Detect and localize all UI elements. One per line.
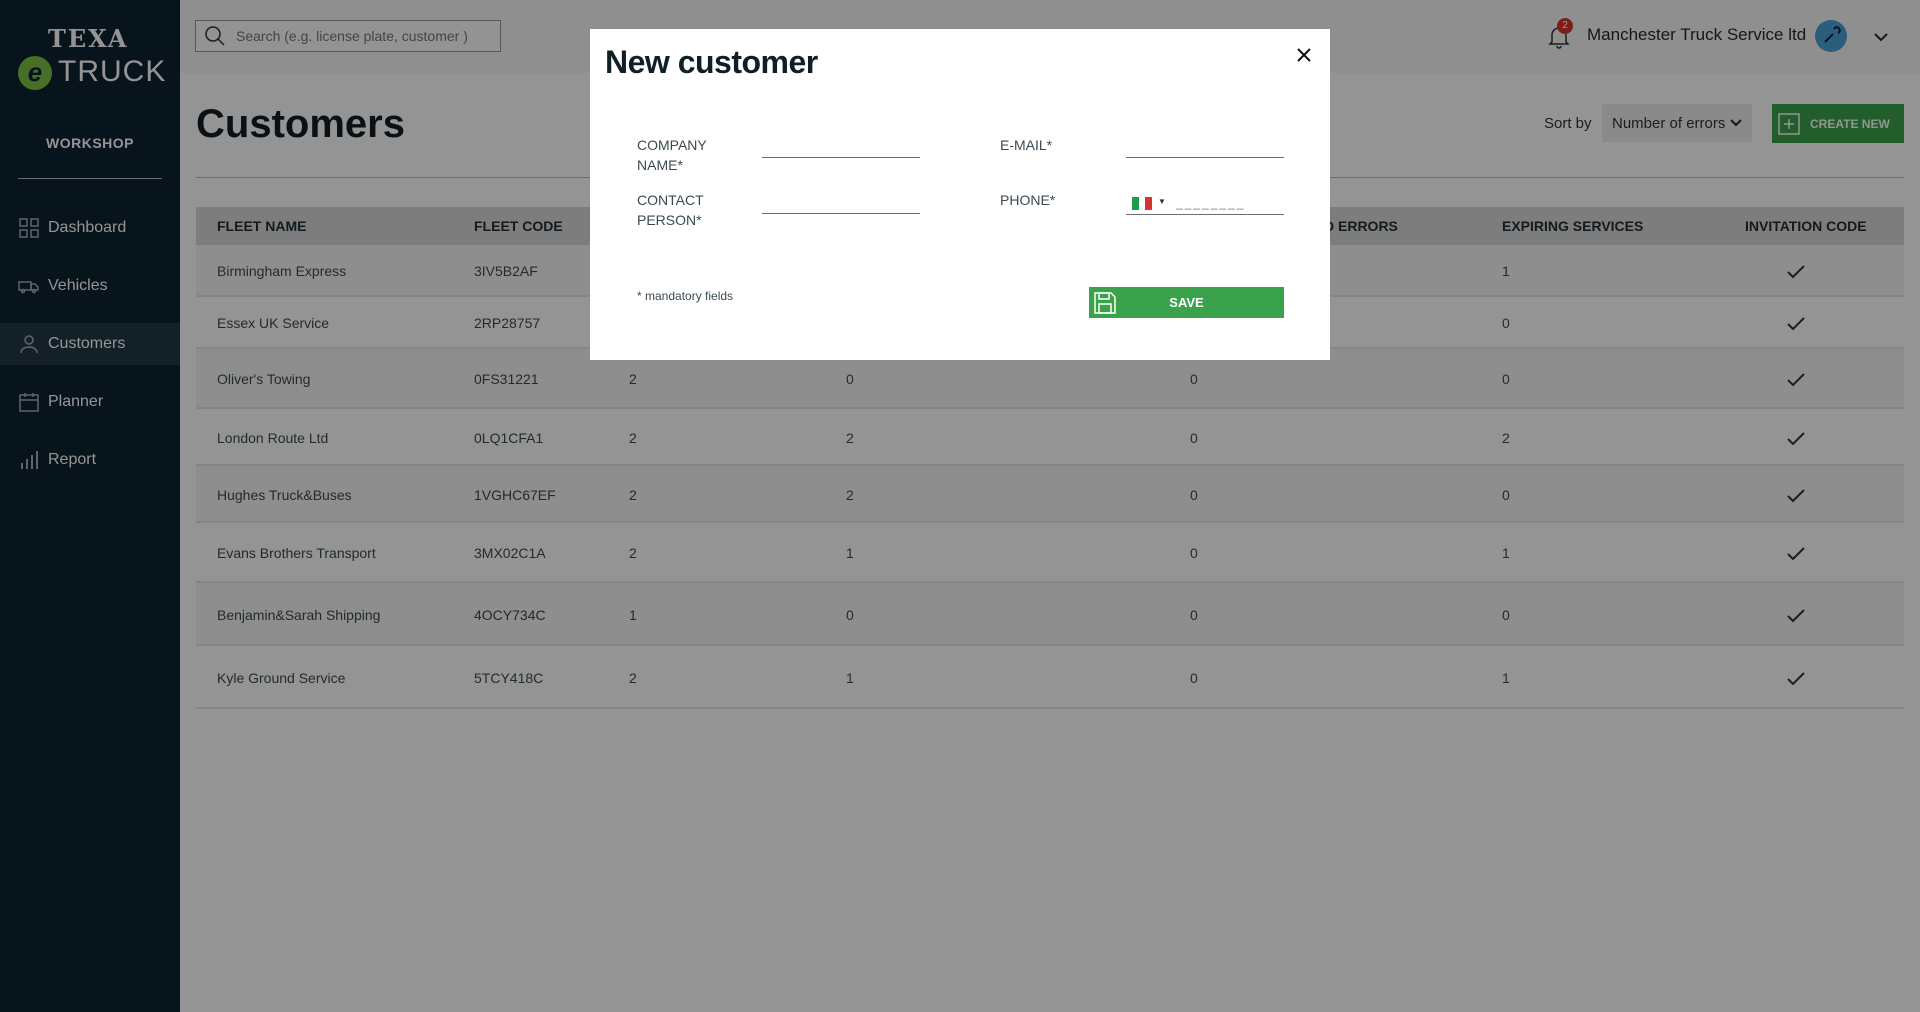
email-input[interactable]	[1126, 134, 1284, 158]
dialog-title: New customer	[605, 44, 818, 80]
contact-person-input[interactable]	[762, 190, 920, 214]
mandatory-note: * mandatory fields	[637, 289, 734, 303]
phone-input[interactable]	[1176, 191, 1280, 215]
save-button[interactable]: SAVE	[1089, 287, 1284, 318]
phone-field: ▼	[1126, 191, 1284, 215]
save-label: SAVE	[1169, 295, 1204, 310]
email-label: E-MAIL*	[1000, 137, 1053, 153]
company-name-input[interactable]	[762, 134, 920, 158]
caret-down-icon[interactable]: ▼	[1158, 197, 1166, 206]
new-customer-dialog: New customer COMPANY NAME* E-MAIL* CONTA…	[590, 29, 1330, 360]
phone-label: PHONE*	[1000, 192, 1056, 208]
company-name-label: COMPANY NAME*	[637, 137, 707, 173]
close-icon[interactable]	[1292, 43, 1316, 67]
italy-flag-icon[interactable]	[1132, 197, 1153, 210]
contact-person-label: CONTACT PERSON*	[637, 192, 704, 228]
